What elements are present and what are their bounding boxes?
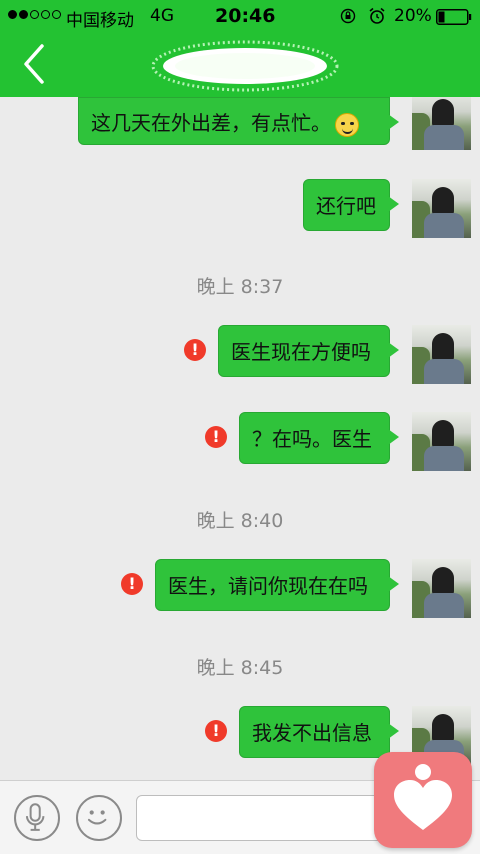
message-timestamp: 晚上 8:37 [196, 276, 284, 298]
message-bubble[interactable]: 医生，请问你现在在吗 [155, 559, 399, 611]
alarm-icon [369, 7, 385, 24]
send-failed-icon[interactable]: ! [205, 426, 227, 448]
microphone-icon [25, 803, 45, 831]
emoji-button[interactable] [76, 795, 122, 841]
carrier-name: 中国移动 [66, 11, 134, 31]
send-failed-icon[interactable]: ! [184, 339, 206, 361]
contact-name-redacted [151, 40, 339, 92]
signal-strength [8, 10, 61, 19]
message-text: 我发不出信息 [252, 721, 372, 745]
avatar[interactable] [412, 325, 471, 384]
send-failed-icon[interactable]: ! [121, 573, 143, 595]
message-bubble[interactable]: 我发不出信息 [239, 706, 399, 758]
smile-emoji-icon [335, 112, 359, 137]
floating-app-button[interactable] [374, 752, 472, 848]
rotation-lock-icon [340, 8, 356, 24]
send-failed-icon[interactable]: ! [205, 720, 227, 742]
message-input[interactable] [136, 795, 386, 841]
status-bar: 中国移动 4G 20:46 20% [0, 0, 480, 32]
battery-icon [436, 9, 472, 25]
heart-person-icon [394, 764, 452, 830]
message-timestamp: 晚上 8:40 [196, 510, 284, 532]
message-bubble[interactable]: ？在吗。医生 [239, 412, 399, 464]
signal-dot [19, 10, 28, 19]
network-type: 4G [150, 6, 174, 26]
battery-percent: 20% [394, 6, 432, 26]
message-timestamp: 晚上 8:45 [196, 657, 284, 679]
avatar[interactable] [412, 412, 471, 471]
avatar[interactable] [412, 559, 471, 618]
signal-dot [30, 10, 39, 19]
message-text: 医生，请问你现在在吗 [168, 574, 368, 598]
signal-dot [8, 10, 17, 19]
avatar[interactable] [412, 97, 471, 150]
message-text: 这几天在外出差，有点忙。 [91, 111, 331, 135]
signal-dot [52, 10, 61, 19]
message-text: 医生现在方便吗 [231, 340, 371, 364]
avatar[interactable] [412, 179, 471, 238]
message-bubble[interactable]: 医生现在方便吗 [218, 325, 399, 377]
signal-dot [41, 10, 50, 19]
voice-input-button[interactable] [14, 795, 60, 841]
smiley-icon [87, 810, 107, 825]
message-bubble[interactable]: 还行吧 [303, 179, 399, 231]
message-text: ？在吗。医生 [252, 427, 372, 451]
chat-area[interactable]: 这几天在外出差，有点忙。 还行吧 晚上 8:37 ! 医生现在方便吗 ! ？在吗… [0, 97, 480, 780]
back-button[interactable] [18, 42, 52, 86]
status-time: 20:46 [215, 5, 276, 27]
message-text: 还行吧 [316, 194, 376, 218]
top-bar: 中国移动 4G 20:46 20% [0, 0, 480, 97]
message-bubble[interactable]: 这几天在外出差，有点忙。 [78, 97, 399, 145]
